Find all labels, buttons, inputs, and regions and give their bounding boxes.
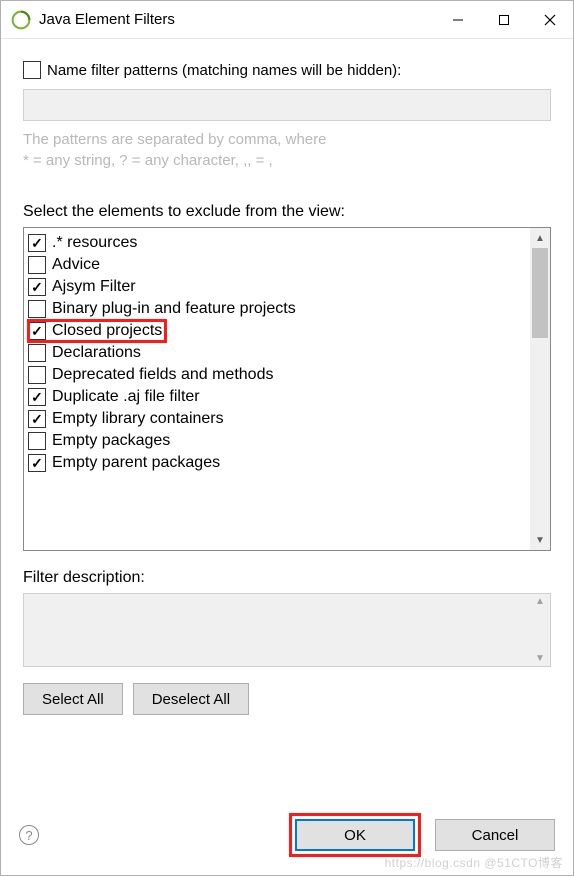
list-item-label: Binary plug-in and feature projects	[52, 300, 296, 318]
app-icon	[11, 10, 31, 30]
hint-line2: * = any string, ? = any character, ,, = …	[23, 150, 551, 171]
list-item-checkbox[interactable]	[28, 256, 46, 274]
list-item-label: Empty library containers	[52, 410, 224, 428]
selection-buttons: Select All Deselect All	[23, 683, 551, 715]
list-item[interactable]: Duplicate .aj file filter	[28, 386, 530, 408]
maximize-icon	[498, 14, 510, 26]
ok-highlight: OK	[289, 813, 421, 857]
description-box: ▲ ▼	[23, 593, 551, 667]
list-item[interactable]: Closed projects	[28, 320, 166, 342]
list-item-checkbox[interactable]	[28, 322, 46, 340]
list-item-checkbox[interactable]	[28, 432, 46, 450]
list-item-label: Deprecated fields and methods	[52, 366, 273, 384]
close-button[interactable]	[527, 1, 573, 39]
list-item[interactable]: Declarations	[28, 342, 530, 364]
select-all-button[interactable]: Select All	[23, 683, 123, 715]
name-filter-row: Name filter patterns (matching names wil…	[23, 61, 551, 79]
list-item-checkbox[interactable]	[28, 454, 46, 472]
list-item[interactable]: Empty library containers	[28, 408, 530, 430]
list-item[interactable]: Empty parent packages	[28, 452, 530, 474]
filter-listbox: .* resources Advice Ajsym Filter Binary plu…	[23, 227, 551, 551]
list-item-checkbox[interactable]	[28, 278, 46, 296]
list-scrollbar[interactable]: ▲ ▼	[530, 228, 550, 550]
help-icon[interactable]: ?	[19, 825, 39, 845]
scroll-up-icon[interactable]: ▲	[530, 228, 550, 248]
list-item[interactable]: Empty packages	[28, 430, 530, 452]
desc-scroll-up-icon: ▲	[535, 596, 545, 607]
list-item-checkbox[interactable]	[28, 410, 46, 428]
list-item-checkbox[interactable]	[28, 366, 46, 384]
minimize-button[interactable]	[435, 1, 481, 39]
ok-button[interactable]: OK	[295, 819, 415, 851]
minimize-icon	[452, 14, 464, 26]
list-item-label: Ajsym Filter	[52, 278, 136, 296]
cancel-button[interactable]: Cancel	[435, 819, 555, 851]
scroll-down-icon[interactable]: ▼	[530, 530, 550, 550]
list-label: Select the elements to exclude from the …	[23, 203, 551, 221]
list-item[interactable]: Ajsym Filter	[28, 276, 530, 298]
list-item-checkbox[interactable]	[28, 234, 46, 252]
name-filter-input[interactable]	[23, 89, 551, 121]
dialog-window: Java Element Filters Name filter pattern…	[0, 0, 574, 876]
list-item-label: Closed projects	[52, 322, 162, 340]
content-area: Name filter patterns (matching names wil…	[1, 39, 573, 803]
scroll-track[interactable]	[530, 248, 550, 530]
title-text: Java Element Filters	[39, 11, 435, 28]
list-item-label: Duplicate .aj file filter	[52, 388, 200, 406]
list-item-label: Empty parent packages	[52, 454, 220, 472]
name-filter-label: Name filter patterns (matching names wil…	[47, 62, 401, 79]
list-item-label: Advice	[52, 256, 100, 274]
footer: ? OK Cancel	[1, 803, 573, 875]
list-item[interactable]: .* resources	[28, 232, 530, 254]
close-icon	[544, 14, 556, 26]
description-scrollbar[interactable]: ▲ ▼	[530, 594, 550, 666]
list-item[interactable]: Advice	[28, 254, 530, 276]
name-filter-checkbox[interactable]	[23, 61, 41, 79]
description-label: Filter description:	[23, 569, 551, 587]
list-item-checkbox[interactable]	[28, 388, 46, 406]
name-filter-hint: The patterns are separated by comma, whe…	[23, 129, 551, 171]
scroll-thumb[interactable]	[532, 248, 548, 338]
desc-scroll-down-icon: ▼	[535, 653, 545, 664]
description-text	[24, 594, 530, 666]
list-item-checkbox[interactable]	[28, 344, 46, 362]
maximize-button[interactable]	[481, 1, 527, 39]
list-item[interactable]: Deprecated fields and methods	[28, 364, 530, 386]
filter-list-items[interactable]: .* resources Advice Ajsym Filter Binary plu…	[24, 228, 530, 550]
list-item-label: .* resources	[52, 234, 137, 252]
list-item-checkbox[interactable]	[28, 300, 46, 318]
list-item[interactable]: Binary plug-in and feature projects	[28, 298, 530, 320]
hint-line1: The patterns are separated by comma, whe…	[23, 129, 551, 150]
titlebar: Java Element Filters	[1, 1, 573, 39]
list-item-label: Empty packages	[52, 432, 170, 450]
list-item-label: Declarations	[52, 344, 141, 362]
deselect-all-button[interactable]: Deselect All	[133, 683, 249, 715]
